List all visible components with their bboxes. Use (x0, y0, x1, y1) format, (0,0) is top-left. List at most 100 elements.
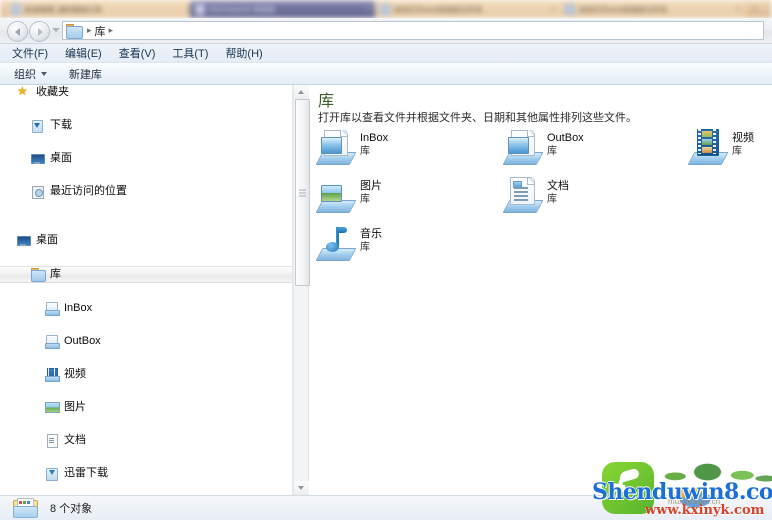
desktop-icon (30, 152, 45, 165)
item-count-label: 8 个对象 (50, 503, 93, 515)
navigation-pane-scrollbar[interactable] (293, 85, 310, 495)
tab-close-icon[interactable]: × (545, 6, 555, 13)
item-type: 库 (547, 146, 557, 157)
tab-favicon-icon (565, 4, 575, 15)
sidebar-label: 迅雷下载 (64, 467, 108, 479)
library-icon (44, 335, 60, 349)
menu-tools[interactable]: 工具(T) (172, 45, 208, 61)
sidebar-label: 视频 (64, 368, 86, 380)
item-type: 库 (547, 194, 557, 205)
tab-favicon-icon (380, 4, 390, 15)
sidebar-header-desktop[interactable]: 桌面 (0, 233, 292, 248)
menu-bar: 文件(F) 编辑(E) 查看(V) 工具(T) 帮助(H) (0, 44, 772, 63)
tab-close-icon[interactable]: × (360, 6, 370, 13)
video-library-icon (687, 129, 729, 165)
sidebar-item-desktop[interactable]: 桌面 (0, 151, 292, 166)
sidebar-item-pictures[interactable]: 图片 (0, 400, 292, 415)
menu-edit[interactable]: 编辑(E) (65, 45, 102, 61)
menu-help[interactable]: 帮助(H) (225, 45, 262, 61)
browser-tab-strip: 新浪微博_随时随地分享 × Shenduwin8 系统城 × 如何打开win8系… (0, 0, 772, 18)
breadcrumb[interactable]: ▸ 库 ▸ (62, 21, 764, 40)
sidebar-header-favorites[interactable]: 收藏夹 (0, 85, 292, 100)
sidebar-item-documents[interactable]: 文档 (0, 433, 292, 448)
navigation-pane: 收藏夹 下载 桌面 最近访问的位置 桌面 库 (0, 85, 293, 495)
browser-tab-3[interactable]: 如何打开win8系统库文件夹 × (560, 1, 745, 18)
library-item-inbox[interactable]: InBox 库 (315, 129, 448, 173)
sidebar-label: 图片 (64, 401, 86, 413)
item-type: 库 (360, 146, 370, 157)
new-library-label: 新建库 (69, 68, 102, 81)
tab-close-icon[interactable]: × (730, 6, 740, 13)
breadcrumb-separator-icon[interactable]: ▸ (109, 25, 114, 36)
page-subtitle: 打开库以查看文件并根据文件夹、日期和其他属性排列这些文件。 (318, 112, 637, 124)
sidebar-item-library[interactable]: 库 (0, 266, 292, 283)
picture-library-icon (315, 177, 357, 213)
desktop-icon (16, 234, 31, 247)
organize-label: 组织 (14, 68, 36, 81)
new-tab-button[interactable]: + (752, 4, 757, 13)
item-name: 图片 (360, 180, 382, 192)
sidebar-label: 收藏夹 (36, 86, 69, 98)
star-icon (16, 85, 31, 99)
library-item-outbox[interactable]: OutBox 库 (502, 129, 635, 173)
breadcrumb-separator-icon: ▸ (87, 25, 92, 35)
document-icon (44, 434, 59, 448)
sidebar-item-outbox[interactable]: OutBox (0, 334, 292, 349)
download-icon (30, 119, 45, 133)
item-type: 库 (360, 194, 370, 205)
folder-library-icon (12, 498, 38, 518)
browser-tab-1[interactable]: Shenduwin8 系统城 × (190, 1, 375, 18)
scrollbar-grip-icon (299, 189, 306, 196)
scroll-down-button[interactable] (294, 481, 309, 495)
back-arrow-icon (14, 27, 20, 36)
library-item-video[interactable]: 视频 库 (687, 129, 772, 173)
browser-tab-title: 如何打开win8系统库文件夹 (579, 6, 668, 14)
library-icon (315, 129, 357, 165)
sidebar-item-downloads[interactable]: 下载 (0, 118, 292, 133)
browser-tab-2[interactable]: 如何打开win8系统库文件夹 × (375, 1, 560, 18)
browser-tab-title: 新浪微博_随时随地分享 (25, 6, 103, 14)
tab-favicon-icon (195, 4, 205, 15)
menu-file[interactable]: 文件(F) (12, 45, 48, 61)
recent-locations-chevron-down-icon[interactable] (52, 28, 60, 32)
browser-tab-0[interactable]: 新浪微博_随时随地分享 × (6, 1, 196, 18)
breadcrumb-item-library[interactable]: 库 (95, 23, 106, 39)
library-item-pictures[interactable]: 图片 库 (315, 177, 448, 221)
library-icon (44, 302, 60, 316)
library-folder-icon (66, 24, 83, 39)
sidebar-item-recent-places[interactable]: 最近访问的位置 (0, 184, 292, 199)
content-pane: 库 打开库以查看文件并根据文件夹、日期和其他属性排列这些文件。 InBox 库 … (310, 85, 772, 495)
chevron-down-icon (41, 71, 47, 76)
tab-favicon-icon (11, 4, 21, 15)
explorer-body: 收藏夹 下载 桌面 最近访问的位置 桌面 库 (0, 85, 772, 495)
library-item-music[interactable]: 音乐 库 (315, 225, 448, 269)
item-name: InBox (360, 132, 389, 144)
scrollbar-thumb[interactable] (295, 99, 310, 286)
explorer-window: 新浪微博_随时随地分享 × Shenduwin8 系统城 × 如何打开win8系… (0, 0, 772, 520)
sidebar-label: 文档 (64, 434, 86, 446)
forward-button[interactable] (29, 21, 50, 42)
new-library-button[interactable]: 新建库 (69, 66, 102, 82)
sidebar-label: 库 (50, 268, 61, 280)
forward-arrow-icon (37, 27, 43, 36)
sidebar-label: 下载 (50, 119, 72, 131)
item-type: 库 (360, 242, 370, 253)
sidebar-item-inbox[interactable]: InBox (0, 301, 292, 316)
browser-tab-title: Shenduwin8 系统城 (209, 6, 275, 14)
menu-view[interactable]: 查看(V) (119, 45, 156, 61)
address-bar: ▸ 库 ▸ (0, 18, 772, 44)
status-bar: 8 个对象 (0, 495, 772, 520)
picture-icon (44, 401, 60, 414)
music-library-icon (315, 225, 357, 261)
library-folder-icon (30, 268, 46, 282)
sidebar-label: 桌面 (50, 152, 72, 164)
page-title: 库 (318, 93, 335, 110)
back-button[interactable] (7, 21, 28, 42)
sidebar-item-video[interactable]: 视频 (0, 367, 292, 382)
library-icon (502, 129, 544, 165)
library-item-documents[interactable]: 文档 库 (502, 177, 635, 221)
sidebar-item-thunder-download[interactable]: 迅雷下载 (0, 466, 292, 481)
sidebar-label: InBox (64, 302, 93, 314)
organize-button[interactable]: 组织 (14, 66, 47, 82)
scroll-up-button[interactable] (294, 85, 309, 99)
